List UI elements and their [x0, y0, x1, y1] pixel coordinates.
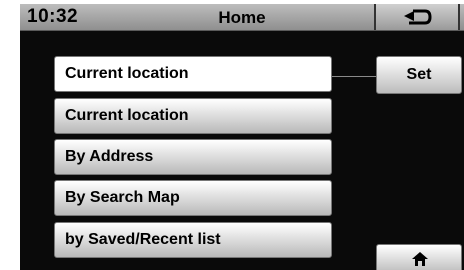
home-icon [412, 252, 428, 266]
menu-item-saved-recent-list[interactable]: by Saved/Recent list [54, 222, 332, 258]
home-button[interactable] [376, 244, 462, 270]
menu-item-label: Current location [65, 65, 189, 82]
menu-item-label: Current location [65, 107, 189, 124]
menu-item-current-location[interactable]: Current location [54, 98, 332, 134]
menu-item-label: By Search Map [65, 189, 180, 206]
set-button[interactable]: Set [376, 56, 462, 94]
menu-item-label: By Address [65, 148, 154, 165]
back-icon [404, 9, 432, 25]
back-button[interactable] [374, 4, 460, 30]
nav-screen: 10:32 Home Current location Current loca… [20, 4, 464, 270]
menu-item-by-address[interactable]: By Address [54, 139, 332, 175]
menu-item-current-location-selected[interactable]: Current location [54, 56, 332, 92]
menu-item-by-search-map[interactable]: By Search Map [54, 180, 332, 216]
selection-connector-line [332, 76, 376, 77]
set-button-label: Set [406, 66, 432, 83]
menu-item-label: by Saved/Recent list [65, 231, 221, 248]
status-bar: 10:32 Home [20, 4, 464, 31]
